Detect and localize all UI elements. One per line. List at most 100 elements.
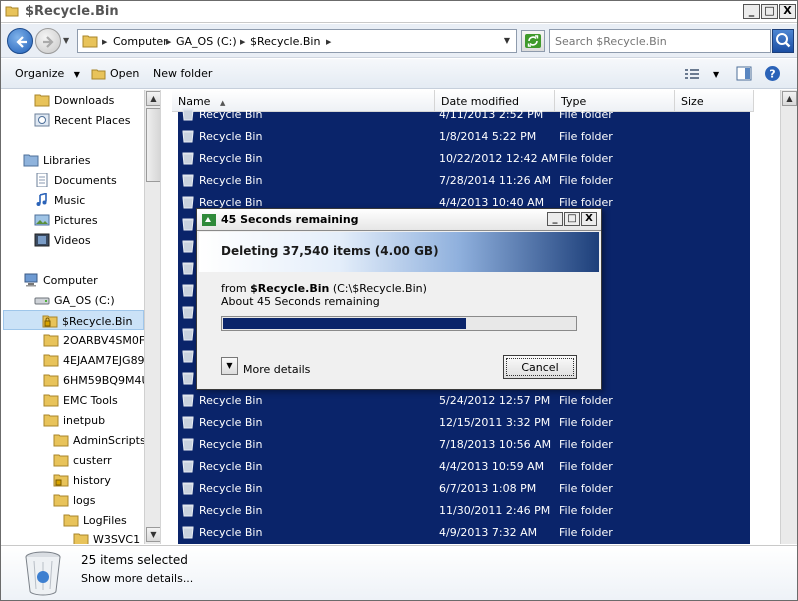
- scroll-up-icon[interactable]: ▲: [782, 91, 797, 106]
- close-button[interactable]: X: [779, 4, 796, 19]
- crumb-arrow-icon[interactable]: ▶: [166, 38, 171, 46]
- crumb-arrow-icon[interactable]: ▶: [102, 38, 107, 46]
- computer-icon: [24, 273, 38, 287]
- table-row[interactable]: Recycle Bin 5/24/2012 12:57 PM File folder: [178, 390, 750, 412]
- preview-pane-icon[interactable]: [736, 66, 752, 81]
- recycle-bin-icon: [182, 526, 194, 539]
- nav-label: inetpub: [63, 414, 106, 427]
- table-row[interactable]: Recycle Bin 4/11/2013 2:52 PM File folder: [178, 104, 750, 126]
- organize-button[interactable]: Organize ▼: [15, 67, 80, 80]
- command-bar: Organize ▼ Open New folder ▼ ?: [1, 59, 797, 89]
- dialog-close-button[interactable]: X: [581, 212, 597, 226]
- nav-label: EMC Tools: [63, 394, 118, 407]
- organize-label: Organize: [15, 67, 65, 80]
- folder-icon: [53, 454, 69, 467]
- recycle-bin-icon: [182, 460, 194, 473]
- table-row[interactable]: Recycle Bin 7/28/2014 11:26 AM File folder: [178, 170, 750, 192]
- search-button[interactable]: [772, 29, 794, 53]
- dialog-minimize-button[interactable]: _: [547, 212, 563, 226]
- progress-fill: [223, 318, 466, 329]
- nav-label: LogFiles: [83, 514, 127, 527]
- crumb-drive[interactable]: GA_OS (C:): [176, 35, 237, 48]
- recycle-bin-icon: [182, 504, 194, 517]
- recycle-bin-icon: [182, 240, 194, 253]
- table-row[interactable]: Recycle Bin 11/30/2011 2:46 PM File folder: [178, 500, 750, 522]
- progress-bar: [221, 316, 577, 331]
- crumb-arrow-icon[interactable]: ▶: [240, 38, 245, 46]
- recycle-bin-icon: [25, 551, 61, 596]
- folder-icon: [43, 394, 59, 407]
- selected-count: 25 items selected: [81, 553, 188, 567]
- folder-icon: [53, 494, 69, 507]
- row-type: File folder: [559, 504, 613, 517]
- search-icon: [776, 33, 791, 48]
- more-details-toggle[interactable]: ▼: [221, 357, 238, 375]
- row-type: File folder: [559, 108, 613, 121]
- maximize-button[interactable]: □: [761, 4, 778, 19]
- back-button[interactable]: [7, 28, 33, 54]
- row-date: 4/11/2013 2:52 PM: [439, 108, 544, 121]
- recycle-bin-icon: [182, 328, 194, 341]
- refresh-button[interactable]: [521, 30, 545, 52]
- minimize-button[interactable]: _: [743, 4, 760, 19]
- folder-icon: [43, 374, 59, 387]
- crumb-arrow-icon[interactable]: ▶: [326, 38, 331, 46]
- recycle-bin-icon: [182, 284, 194, 297]
- more-details-label[interactable]: More details: [243, 363, 310, 376]
- dialog-title-bar: 45 Seconds remaining _ □ X: [197, 209, 601, 231]
- cancel-button[interactable]: Cancel: [503, 355, 577, 379]
- locked-folder-icon: [53, 474, 69, 487]
- search-box[interactable]: [549, 29, 771, 53]
- row-name: Recycle Bin: [199, 504, 263, 517]
- open-button[interactable]: Open: [110, 67, 139, 80]
- nav-label: Music: [54, 194, 86, 207]
- table-row[interactable]: Recycle Bin 1/8/2014 5:22 PM File folder: [178, 126, 750, 148]
- crumb-computer[interactable]: Computer: [113, 35, 168, 48]
- table-row[interactable]: Recycle Bin 12/15/2011 3:32 PM File folder: [178, 412, 750, 434]
- list-scrollbar[interactable]: ▲: [780, 90, 797, 544]
- table-row[interactable]: Recycle Bin 7/18/2013 10:56 AM File folder: [178, 434, 750, 456]
- recycle-bin-icon: [182, 218, 194, 231]
- recycle-bin-icon: [182, 306, 194, 319]
- table-row[interactable]: Recycle Bin 4/4/2013 10:59 AM File folder: [178, 456, 750, 478]
- row-type: File folder: [559, 460, 613, 473]
- table-row[interactable]: Recycle Bin 6/7/2013 1:08 PM File folder: [178, 478, 750, 500]
- time-remaining: About 45 Seconds remaining: [221, 295, 380, 308]
- row-date: 4/9/2013 7:32 AM: [439, 526, 538, 539]
- folder-icon: [82, 35, 98, 48]
- views-dropdown-icon[interactable]: ▼: [713, 70, 719, 79]
- table-row[interactable]: Recycle Bin 10/22/2012 12:42 AM File folde…: [178, 148, 750, 170]
- nav-scrollbar[interactable]: ▲ ▼: [144, 90, 160, 544]
- delete-progress-dialog: 45 Seconds remaining _ □ X Deleting 37,5…: [196, 208, 602, 390]
- address-box[interactable]: ▶ Computer ▶ GA_OS (C:) ▶ $Recycle.Bin ▶…: [77, 29, 517, 53]
- recycle-bin-icon: [182, 416, 194, 429]
- forward-arrow-icon: [43, 36, 54, 48]
- svg-text:?: ?: [769, 68, 775, 81]
- scroll-up-icon[interactable]: ▲: [146, 91, 160, 106]
- drive-icon: [34, 297, 50, 305]
- row-name: Recycle Bin: [199, 482, 263, 495]
- refresh-icon: [525, 34, 541, 48]
- chevron-down-icon: ▼: [73, 70, 80, 79]
- show-more-details-link[interactable]: Show more details...: [81, 572, 193, 585]
- help-icon[interactable]: ?: [764, 65, 781, 82]
- history-dropdown-icon[interactable]: ▼: [63, 36, 69, 45]
- forward-button[interactable]: [35, 28, 61, 54]
- views-icon[interactable]: [684, 67, 700, 81]
- nav-scroll-thumb[interactable]: [146, 108, 160, 182]
- crumb-recycle-bin[interactable]: $Recycle.Bin: [250, 35, 320, 48]
- pictures-icon: [34, 214, 50, 226]
- recycle-bin-icon: [182, 108, 194, 121]
- nav-recycle-bin[interactable]: $Recycle.Bin: [3, 310, 144, 330]
- recent-places-icon: [34, 113, 50, 127]
- new-folder-button[interactable]: New folder: [153, 67, 212, 80]
- scroll-down-icon[interactable]: ▼: [146, 527, 160, 542]
- window-title: $Recycle.Bin: [25, 4, 119, 19]
- address-dropdown-icon[interactable]: ▼: [504, 36, 510, 45]
- table-row[interactable]: Recycle Bin 4/9/2013 7:32 AM File folder: [178, 522, 750, 544]
- dialog-maximize-button[interactable]: □: [564, 212, 580, 226]
- folder-icon: [43, 354, 59, 367]
- row-date: 7/28/2014 11:26 AM: [439, 174, 552, 187]
- row-name: Recycle Bin: [199, 526, 263, 539]
- search-input[interactable]: [555, 31, 755, 51]
